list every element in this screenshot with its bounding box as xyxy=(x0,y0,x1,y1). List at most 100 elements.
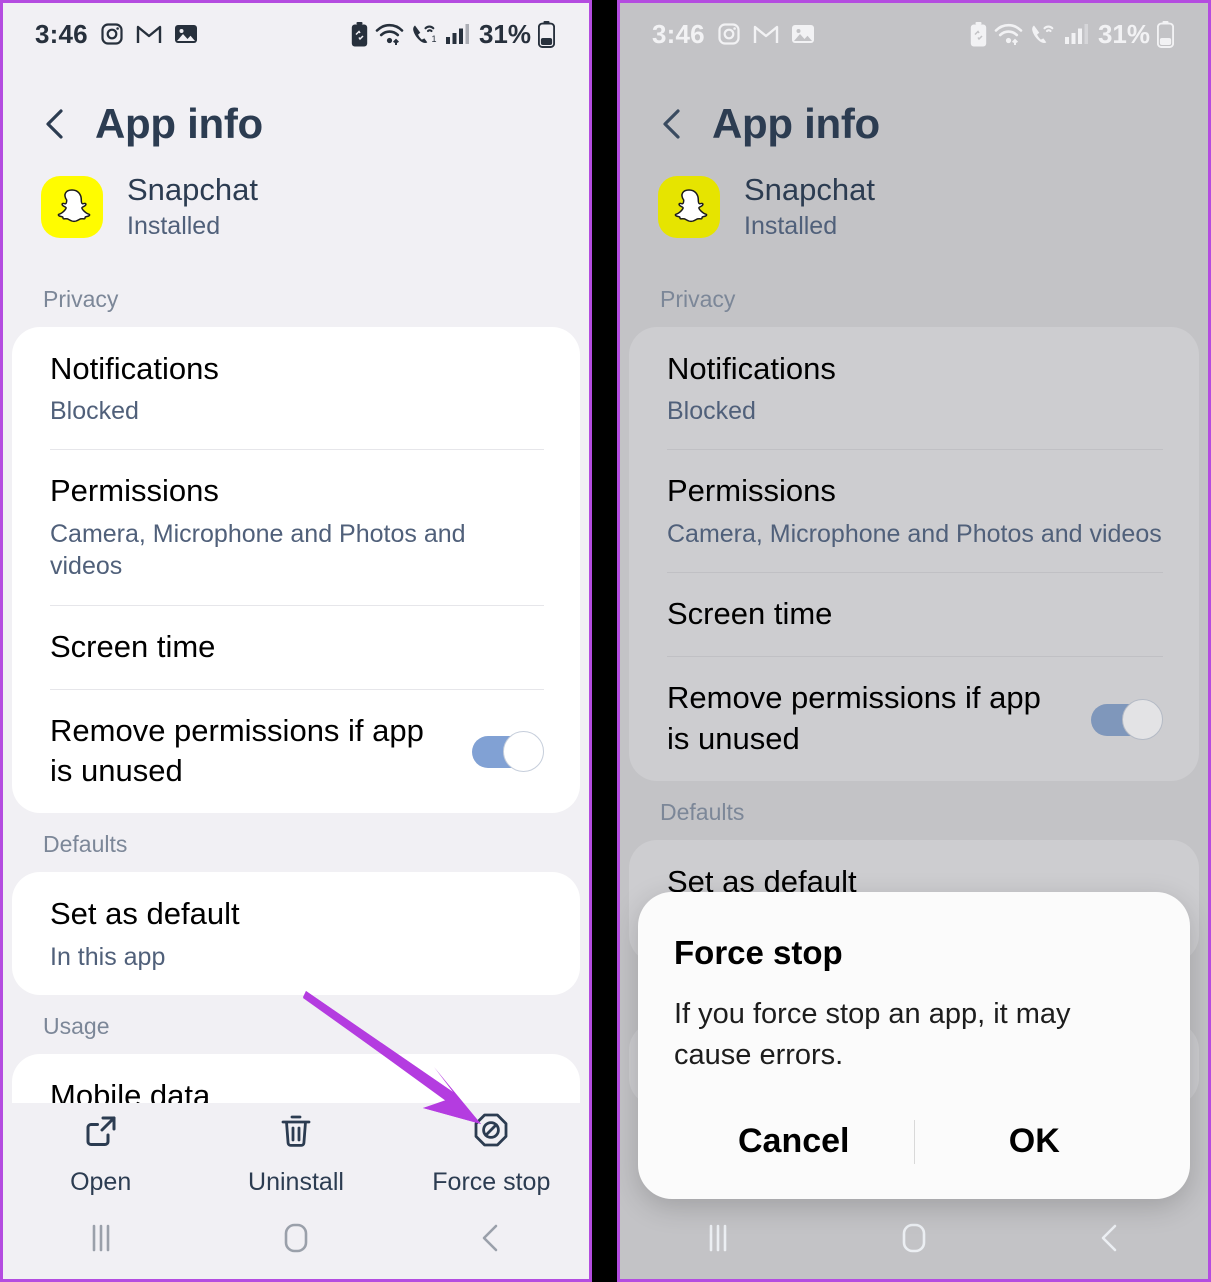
recents-icon xyxy=(709,1224,727,1252)
section-label-defaults: Defaults xyxy=(43,831,128,858)
battery-saver-icon xyxy=(351,21,368,47)
gmail-icon xyxy=(753,23,779,45)
photos-icon xyxy=(791,23,815,45)
toggle-knob xyxy=(503,731,544,773)
app-summary-row[interactable]: Snapchat Installed xyxy=(620,161,1208,268)
instagram-icon xyxy=(100,22,124,46)
app-info-screen: 3:46 1 31% App info Snapchat Installed P… xyxy=(3,3,589,1279)
wifi-icon xyxy=(375,22,404,46)
action-label: Open xyxy=(70,1168,132,1196)
uninstall-button[interactable]: Uninstall xyxy=(198,1111,393,1197)
page-title: App info xyxy=(95,100,263,147)
battery-icon xyxy=(538,20,555,48)
status-bar-right: 1 31% xyxy=(351,19,555,50)
row-permissions[interactable]: Permissions Camera, Microphone and Photo… xyxy=(12,449,580,604)
back-button[interactable] xyxy=(656,107,690,141)
recents-button[interactable] xyxy=(620,1221,816,1255)
section-label-privacy: Privacy xyxy=(43,285,119,312)
row-title: Screen time xyxy=(50,628,216,664)
row-set-as-default[interactable]: Set as default In this app xyxy=(12,872,580,995)
row-title: Remove permissions if app is unused xyxy=(50,712,424,789)
back-nav-button[interactable] xyxy=(1012,1221,1208,1255)
status-bar-right: 31% xyxy=(970,19,1174,50)
app-summary-row[interactable]: Snapchat Installed xyxy=(3,161,589,268)
photos-icon xyxy=(174,23,198,45)
app-summary-text: Snapchat Installed xyxy=(744,171,875,244)
row-text: Remove permissions if app is unused xyxy=(667,678,1071,759)
dialog-actions: Cancel OK xyxy=(674,1114,1154,1169)
row-title: Remove permissions if app is unused xyxy=(667,680,1041,756)
remove-permissions-toggle[interactable] xyxy=(472,731,544,773)
row-subtitle: Blocked xyxy=(50,396,139,425)
row-notifications[interactable]: Notifications Blocked xyxy=(12,327,580,450)
row-title: Permissions xyxy=(50,473,219,509)
app-name: Snapchat xyxy=(127,172,258,207)
home-button[interactable] xyxy=(816,1220,1012,1256)
recents-button[interactable] xyxy=(3,1221,198,1255)
gmail-icon xyxy=(136,23,162,45)
app-install-status: Installed xyxy=(744,211,838,240)
privacy-card: Notifications Blocked Permissions Camera… xyxy=(12,326,580,814)
back-icon xyxy=(483,1224,498,1252)
remove-permissions-toggle[interactable] xyxy=(1091,698,1163,740)
page-title: App info xyxy=(712,100,880,147)
dialog-cancel-button[interactable]: Cancel xyxy=(674,1114,914,1169)
android-nav-bar xyxy=(620,1197,1208,1279)
status-time: 3:46 xyxy=(35,18,88,49)
phone-panel-right: 3:46 31% App info Snapchat Installed Pri… xyxy=(617,0,1211,1282)
battery-icon xyxy=(1157,20,1174,48)
status-bar-left: 3:46 xyxy=(652,19,815,50)
home-icon xyxy=(902,1223,926,1253)
signal-bars-icon xyxy=(445,23,469,45)
force-stop-dialog: Force stop If you force stop an app, it … xyxy=(638,892,1190,1200)
row-title: Notifications xyxy=(667,350,836,386)
row-remove-permissions[interactable]: Remove permissions if app is unused xyxy=(629,656,1199,781)
app-info-screen-dimmed: 3:46 31% App info Snapchat Installed Pri… xyxy=(620,3,1208,1279)
page-header: App info xyxy=(620,65,1208,161)
row-screen-time[interactable]: Screen time xyxy=(629,572,1199,656)
status-bar: 3:46 xyxy=(620,3,1208,65)
force-stop-button[interactable]: Force stop xyxy=(394,1111,589,1197)
action-label: Force stop xyxy=(432,1168,551,1196)
status-time: 3:46 xyxy=(652,18,705,49)
app-name: Snapchat xyxy=(744,172,875,207)
dialog-ok-button[interactable]: OK xyxy=(915,1114,1155,1169)
android-nav-bar xyxy=(3,1197,589,1279)
app-install-status: Installed xyxy=(127,211,221,240)
signal-bars-icon xyxy=(1064,23,1088,45)
row-remove-permissions[interactable]: Remove permissions if app is unused xyxy=(12,688,580,814)
dialog-message: If you force stop an app, it may cause e… xyxy=(674,998,1071,1072)
privacy-card: Notifications Blocked Permissions Camera… xyxy=(629,326,1199,781)
snapchat-icon xyxy=(41,176,103,239)
battery-percent: 31% xyxy=(478,18,531,49)
row-screen-time[interactable]: Screen time xyxy=(12,604,580,689)
row-subtitle: Camera, Microphone and Photos and videos xyxy=(667,519,1162,548)
force-stop-icon xyxy=(471,1111,511,1156)
row-subtitle: Camera, Microphone and Photos and videos xyxy=(50,519,466,581)
action-label: Uninstall xyxy=(248,1168,344,1196)
back-icon xyxy=(1101,1224,1117,1252)
back-button[interactable] xyxy=(39,107,73,141)
row-subtitle: Blocked xyxy=(667,396,756,425)
row-title: Screen time xyxy=(667,596,833,632)
open-button[interactable]: Open xyxy=(3,1111,198,1197)
instagram-icon xyxy=(717,22,741,46)
screenshot-stage: 3:46 1 31% App info Snapchat Installed P… xyxy=(0,0,1211,1282)
section-label-privacy: Privacy xyxy=(660,285,736,312)
battery-percent: 31% xyxy=(1097,18,1150,49)
row-title: Set as default xyxy=(50,896,240,932)
recents-icon xyxy=(92,1224,109,1252)
row-title: Permissions xyxy=(667,473,836,509)
home-button[interactable] xyxy=(198,1220,393,1256)
back-nav-button[interactable] xyxy=(394,1221,589,1255)
wifi-calling-icon: 1 xyxy=(411,22,438,46)
wifi-calling-icon xyxy=(1030,22,1057,46)
row-notifications[interactable]: Notifications Blocked xyxy=(629,327,1199,450)
dialog-title: Force stop xyxy=(674,934,843,971)
toggle-knob xyxy=(1122,698,1163,740)
svg-text:1: 1 xyxy=(431,34,436,44)
row-permissions[interactable]: Permissions Camera, Microphone and Photo… xyxy=(629,449,1199,572)
status-bar: 3:46 xyxy=(3,3,589,65)
status-bar-left: 3:46 xyxy=(35,19,198,50)
page-header: App info xyxy=(3,65,589,161)
